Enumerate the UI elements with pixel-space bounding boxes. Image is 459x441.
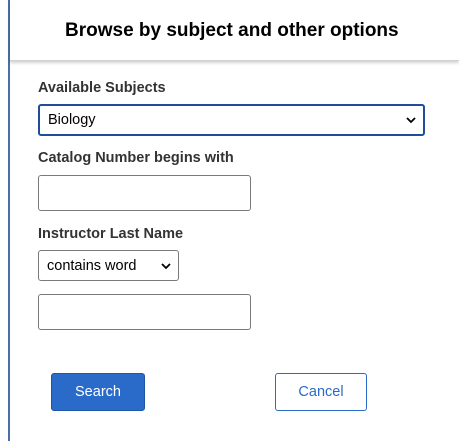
search-button[interactable]: Search [51,373,145,411]
catalog-number-label: Catalog Number begins with [38,150,234,166]
available-subjects-label: Available Subjects [38,80,166,96]
chevron-down-icon [161,262,171,269]
panel-header: Browse by subject and other options [10,0,459,61]
chevron-down-icon [406,117,416,124]
instructor-match-value: contains word [47,257,137,274]
panel-left-border [8,0,10,441]
subject-select[interactable]: Biology [38,104,425,136]
page-title: Browse by subject and other options [65,20,399,41]
instructor-last-name-input[interactable] [38,294,251,330]
catalog-number-input[interactable] [38,175,251,211]
instructor-last-name-label: Instructor Last Name [38,226,184,242]
subject-select-value: Biology [48,112,96,128]
cancel-button[interactable]: Cancel [275,373,367,411]
instructor-match-select[interactable]: contains word [38,250,179,281]
browse-panel: Browse by subject and other options Avai… [0,0,459,441]
